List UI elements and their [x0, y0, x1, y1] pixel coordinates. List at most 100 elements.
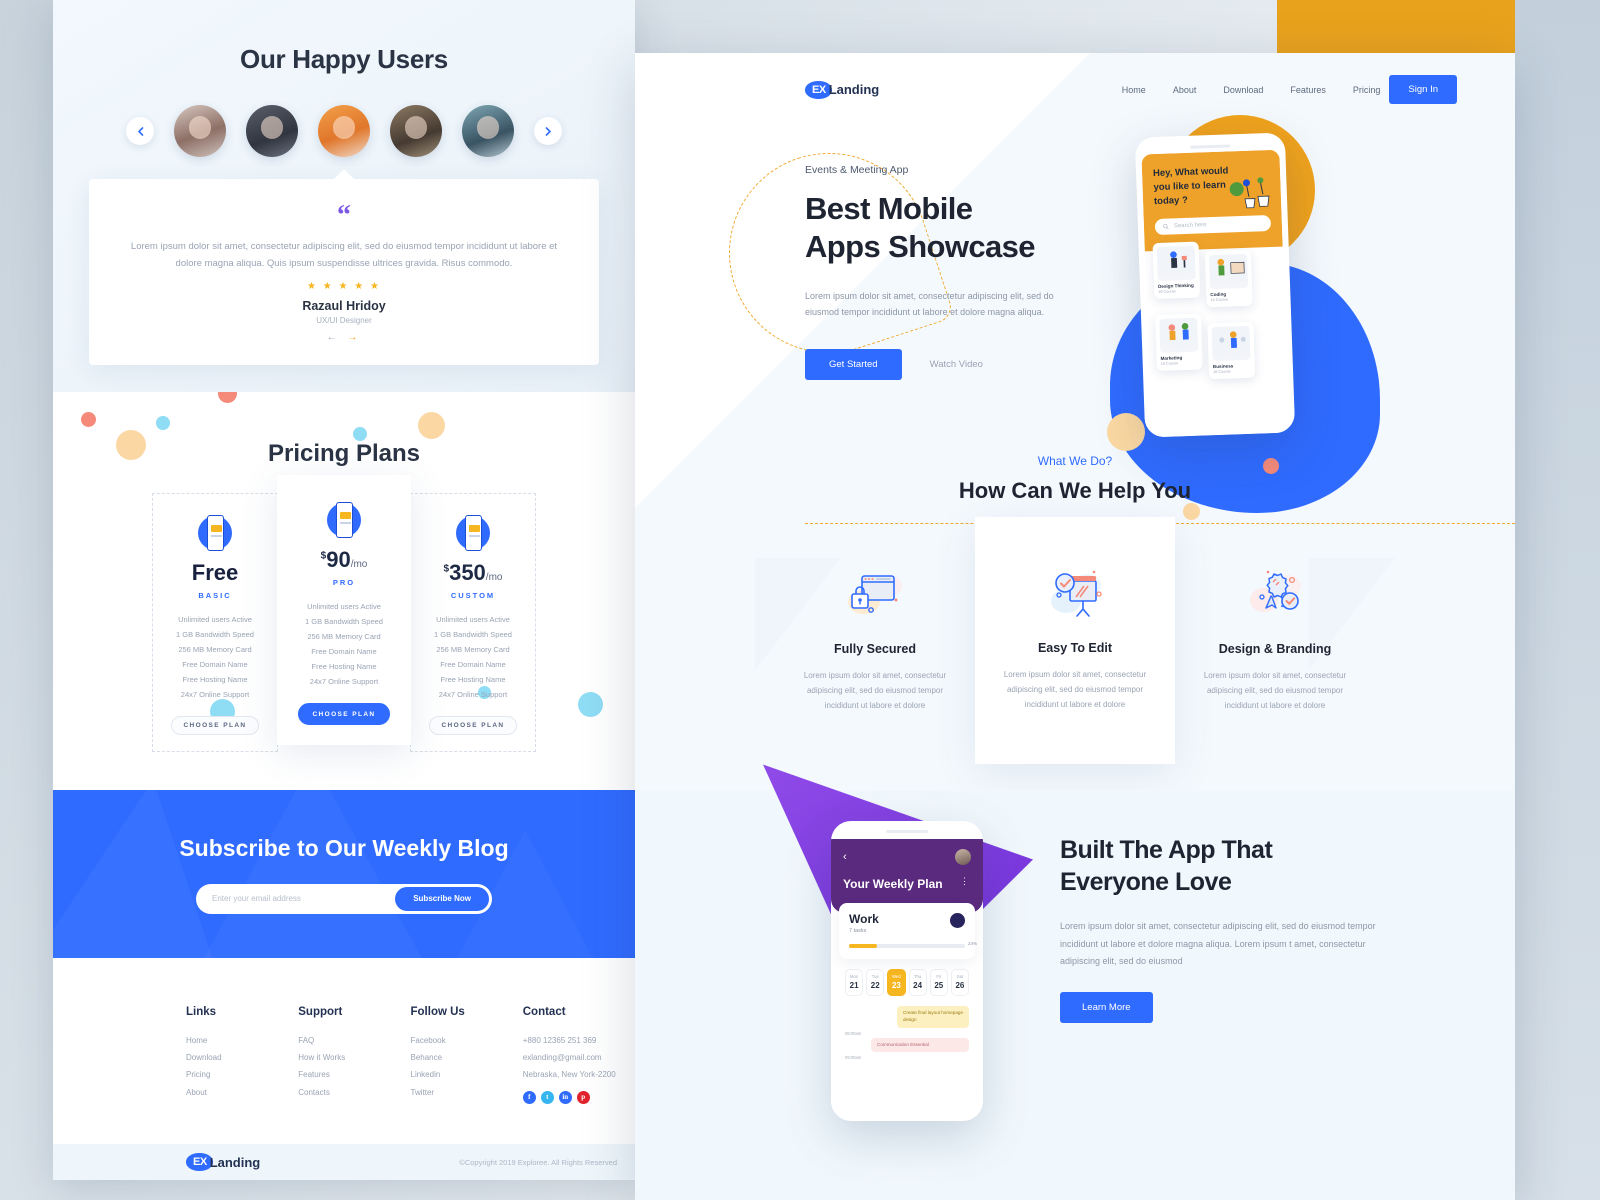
avatar[interactable] [318, 105, 370, 157]
footer-link[interactable]: Linkedin [411, 1066, 523, 1083]
day-chip[interactable]: Sat 26 [950, 969, 970, 997]
footer-link[interactable]: Pricing [186, 1066, 298, 1083]
brand-logo[interactable]: EX Landing [805, 80, 879, 99]
subscribe-section: Subscribe to Our Weekly Blog Subscribe N… [53, 790, 635, 958]
logo-badge: EX [186, 1153, 213, 1171]
avatar[interactable] [955, 849, 971, 866]
footer-column-heading: Contact [522, 1006, 566, 1018]
phone-course-grid: Design Thinking 19 Course Coding 19 Cour… [1145, 239, 1288, 382]
course-count: 19 Course [1160, 361, 1179, 367]
more-vertical-icon[interactable]: ⋮ [960, 876, 970, 887]
pinterest-icon[interactable]: p [576, 1090, 590, 1104]
feature-title: Design & Branding [1218, 641, 1332, 656]
course-count: 19 Course [1210, 297, 1229, 303]
sign-in-button[interactable]: Sign In [1389, 75, 1457, 104]
day-chip[interactable]: Fri 25 [929, 969, 948, 997]
course-card[interactable]: Business 19 Course [1207, 321, 1256, 380]
course-illustration [1208, 254, 1249, 290]
phone-search-field[interactable]: Search here [1154, 215, 1272, 236]
logo-badge: EX [805, 80, 832, 99]
right-page-mockup: EX Landing Home About Download Features Pric… [635, 53, 1515, 1200]
footer-link[interactable]: About [186, 1084, 298, 1101]
progress-percent: 24% [967, 941, 977, 947]
progress-bar-fill [849, 944, 877, 949]
day-number: 23 [891, 981, 901, 991]
course-illustration [1156, 245, 1196, 282]
nav-link-pricing[interactable]: Pricing [1353, 85, 1381, 95]
footer-link[interactable]: Facebook [411, 1032, 523, 1049]
day-chip[interactable]: Tue 22 [866, 969, 885, 997]
footer-column: Links Home Download Pricing About [186, 1006, 298, 1104]
plant-illustration [1229, 177, 1270, 209]
plan-features: Unlimited users Active 1 GB Bandwidth Spe… [163, 612, 267, 702]
course-card[interactable]: Coding 19 Course [1204, 250, 1253, 308]
footer-link[interactable]: Behance [411, 1049, 523, 1066]
phone-search-placeholder: Search here [1173, 222, 1207, 230]
day-chip[interactable]: Mon 21 [845, 969, 864, 997]
plan-feature-item: 256 MB Memory Card [436, 645, 510, 654]
course-card[interactable]: Design Thinking 19 Course [1152, 241, 1201, 300]
plan-feature-item: 24x7 Online Support [438, 690, 508, 699]
carousel-prev-button[interactable]: chevron-left-icon [126, 117, 154, 145]
testimonial-author-role: UX/UI Designer [316, 315, 372, 325]
agenda-note[interactable]: Create final layout homepage design [897, 1006, 969, 1028]
agenda-list: Create final layout homepage design 08:0… [837, 996, 977, 1060]
footer-link[interactable]: Contacts [298, 1084, 410, 1101]
feature-card: Easy To Edit Lorem ipsum dolor sit amet,… [975, 516, 1175, 765]
subscribe-button[interactable]: Subscribe Now [395, 886, 489, 911]
footer-column-heading: Support [298, 1006, 343, 1018]
avatar[interactable] [246, 105, 298, 157]
avatar[interactable] [462, 105, 514, 157]
phone-header: ‹ Your Weekly Plan ⋮ [831, 839, 983, 914]
testimonial-prev-arrow[interactable]: ← [327, 332, 341, 343]
testimonial-author-name: Razaul Hridoy [302, 298, 386, 313]
linkedin-icon[interactable]: in [558, 1090, 572, 1104]
day-name: Tue [871, 974, 879, 980]
nav-link-features[interactable]: Features [1290, 85, 1326, 95]
course-card[interactable]: Marketing 19 Course [1155, 313, 1203, 372]
work-title: Work [849, 912, 879, 927]
testimonial-next-arrow[interactable]: → [347, 332, 361, 343]
avatar[interactable] [174, 105, 226, 157]
footer-link[interactable]: Twitter [411, 1084, 523, 1101]
day-chip[interactable]: Thu 24 [908, 969, 927, 997]
choose-plan-button[interactable]: CHOOSE PLAN [429, 716, 517, 735]
email-input[interactable] [212, 894, 396, 903]
background-right-strip [1515, 0, 1600, 1200]
footer-link[interactable]: How it Works [298, 1049, 410, 1066]
carousel-next-button[interactable] [534, 117, 562, 145]
nav-link-about[interactable]: About [1173, 85, 1197, 95]
footer-link[interactable]: Features [298, 1066, 410, 1083]
day-chip[interactable]: Wed 23 [887, 969, 906, 997]
hero-heading-line-2: Apps Showcase [805, 228, 1036, 264]
testimonial-card: “ Lorem ipsum dolor sit amet, consectetu… [89, 179, 599, 365]
quote-icon: “ [337, 200, 351, 231]
chevron-left-icon[interactable]: ‹ [843, 851, 847, 863]
plan-icon [196, 514, 234, 552]
progress-bar: 24% [849, 941, 977, 949]
footer-link[interactable]: FAQ [298, 1032, 410, 1049]
social-links: f t in p [522, 1090, 635, 1104]
footer-link[interactable]: Home [186, 1032, 298, 1049]
hero-section: Events & Meeting App Best Mobile Apps Sh… [635, 104, 1095, 380]
plan-feature-item: 256 MB Memory Card [178, 645, 252, 654]
logo-text: Landing [209, 1154, 261, 1170]
plan-feature-item: Free Hosting Name [182, 675, 248, 684]
nav-link-home[interactable]: Home [1122, 85, 1146, 95]
plan-feature-item: 24x7 Online Support [309, 677, 379, 686]
footer-logo[interactable]: EX Landing [186, 1153, 260, 1171]
twitter-icon[interactable]: t [540, 1090, 554, 1104]
facebook-icon[interactable]: f [522, 1090, 536, 1104]
feature-text: Lorem ipsum dolor sit amet, consectetur … [803, 670, 947, 711]
nav-link-download[interactable]: Download [1223, 85, 1263, 95]
get-started-button[interactable]: Get Started [805, 348, 902, 380]
footer-column-heading: Links [186, 1006, 217, 1018]
choose-plan-button[interactable]: CHOOSE PLAN [298, 703, 390, 725]
choose-plan-button[interactable]: CHOOSE PLAN [171, 716, 259, 735]
watch-video-button[interactable]: Watch Video [930, 359, 983, 370]
agenda-note[interactable]: Communication Essential [871, 1037, 969, 1053]
footer-link[interactable]: Download [186, 1049, 298, 1066]
learn-more-button[interactable]: Learn More [1060, 991, 1153, 1023]
hero-phone-mockup: Hey, What would you like to learn today … [1134, 132, 1296, 438]
avatar[interactable] [390, 105, 442, 157]
